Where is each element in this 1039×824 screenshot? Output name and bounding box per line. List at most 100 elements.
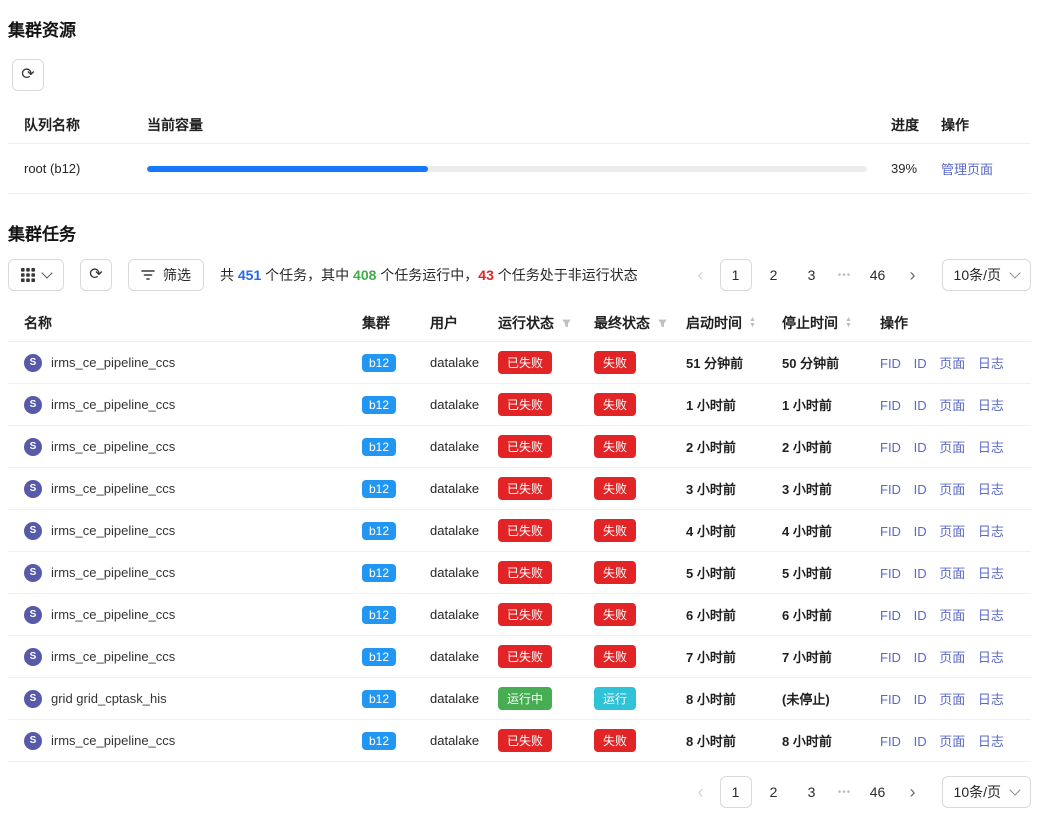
- page-link[interactable]: 页面: [939, 692, 965, 707]
- filter-button[interactable]: 筛选: [128, 259, 204, 291]
- sort-icon[interactable]: ▲▼: [749, 317, 756, 329]
- resources-refresh-button[interactable]: ⟳: [12, 59, 44, 91]
- pagination-prev-icon[interactable]: ‹: [688, 259, 714, 291]
- page-link[interactable]: 页面: [939, 356, 965, 371]
- fid-link[interactable]: FID: [880, 524, 901, 539]
- run-status-header: 运行状态: [498, 313, 554, 333]
- filter-icon[interactable]: [657, 318, 668, 329]
- log-link[interactable]: 日志: [978, 650, 1004, 665]
- pagination-next-icon[interactable]: ›: [900, 259, 926, 291]
- log-link[interactable]: 日志: [978, 398, 1004, 413]
- final-status-badge: 失败: [594, 393, 636, 416]
- filter-lines-icon: [141, 269, 155, 281]
- id-link[interactable]: ID: [914, 566, 927, 581]
- id-link[interactable]: ID: [914, 692, 927, 707]
- layout-select-button[interactable]: [8, 259, 64, 291]
- task-name: irms_ce_pipeline_ccs: [51, 355, 175, 370]
- fid-link[interactable]: FID: [880, 608, 901, 623]
- pagination-page-1[interactable]: 1: [720, 259, 752, 291]
- pagination-page-2[interactable]: 2: [758, 259, 790, 291]
- resources-table: 队列名称 当前容量 进度 操作 root (b12) 39% 管理页面: [8, 107, 1031, 194]
- id-link[interactable]: ID: [914, 440, 927, 455]
- page-link[interactable]: 页面: [939, 524, 965, 539]
- page-link[interactable]: 页面: [939, 608, 965, 623]
- tasks-refresh-button[interactable]: ⟳: [80, 259, 112, 291]
- log-link[interactable]: 日志: [978, 692, 1004, 707]
- id-link[interactable]: ID: [914, 650, 927, 665]
- page-link[interactable]: 页面: [939, 398, 965, 413]
- table-row: S irms_ce_pipeline_ccs b12 datalake 已失败 …: [8, 384, 1031, 426]
- pagination-page-2[interactable]: 2: [758, 776, 790, 808]
- log-link[interactable]: 日志: [978, 356, 1004, 371]
- start-time: 6 小时前: [670, 594, 766, 636]
- pagination-ellipsis[interactable]: •••: [834, 787, 856, 798]
- fid-link[interactable]: FID: [880, 440, 901, 455]
- page-link[interactable]: 页面: [939, 566, 965, 581]
- page-size-select[interactable]: 10条/页: [942, 259, 1031, 291]
- log-link[interactable]: 日志: [978, 608, 1004, 623]
- fid-link[interactable]: FID: [880, 482, 901, 497]
- id-link[interactable]: ID: [914, 524, 927, 539]
- pagination-prev-icon[interactable]: ‹: [688, 776, 714, 808]
- fid-link[interactable]: FID: [880, 650, 901, 665]
- log-link[interactable]: 日志: [978, 440, 1004, 455]
- user-name: datalake: [430, 649, 479, 664]
- run-status-badge: 已失败: [498, 645, 552, 668]
- cluster-resources-section: 集群资源 ⟳ 队列名称 当前容量 进度 操作 root (b12): [8, 16, 1031, 194]
- log-link[interactable]: 日志: [978, 524, 1004, 539]
- filter-icon[interactable]: [561, 318, 572, 329]
- run-status-badge: 已失败: [498, 603, 552, 626]
- manage-page-link[interactable]: 管理页面: [941, 162, 993, 177]
- id-link[interactable]: ID: [914, 398, 927, 413]
- tasks-action-header: 操作: [880, 313, 908, 333]
- fid-link[interactable]: FID: [880, 398, 901, 413]
- id-link[interactable]: ID: [914, 482, 927, 497]
- log-link[interactable]: 日志: [978, 482, 1004, 497]
- run-status-badge: 运行中: [498, 687, 552, 710]
- pagination-ellipsis[interactable]: •••: [834, 270, 856, 281]
- cluster-tasks-section: 集群任务 ⟳: [8, 220, 1031, 824]
- id-link[interactable]: ID: [914, 608, 927, 623]
- pagination-page-3[interactable]: 3: [796, 259, 828, 291]
- page-size-label: 10条/页: [954, 265, 1001, 285]
- page-link[interactable]: 页面: [939, 482, 965, 497]
- avatar: S: [24, 438, 42, 456]
- page-size-select[interactable]: 10条/页: [942, 776, 1031, 808]
- fid-link[interactable]: FID: [880, 356, 901, 371]
- pagination-next-icon[interactable]: ›: [900, 776, 926, 808]
- avatar: S: [24, 354, 42, 372]
- log-link[interactable]: 日志: [978, 734, 1004, 749]
- pagination-page-last[interactable]: 46: [862, 259, 894, 291]
- final-status-badge: 失败: [594, 603, 636, 626]
- resources-action-header: 操作: [939, 107, 1031, 144]
- fid-link[interactable]: FID: [880, 692, 901, 707]
- start-time: 8 小时前: [670, 678, 766, 720]
- stop-time: 3 小时前: [766, 468, 864, 510]
- run-status-badge: 已失败: [498, 561, 552, 584]
- task-name: irms_ce_pipeline_ccs: [51, 649, 175, 664]
- id-link[interactable]: ID: [914, 734, 927, 749]
- page-link[interactable]: 页面: [939, 734, 965, 749]
- cluster-badge: b12: [362, 438, 396, 456]
- pagination-page-3[interactable]: 3: [796, 776, 828, 808]
- capacity-progress-bar: [147, 166, 867, 172]
- user-name: datalake: [430, 355, 479, 370]
- fid-link[interactable]: FID: [880, 734, 901, 749]
- user-name: datalake: [430, 523, 479, 538]
- sort-icon[interactable]: ▲▼: [845, 317, 852, 329]
- pagination-page-last[interactable]: 46: [862, 776, 894, 808]
- final-status-header: 最终状态: [594, 313, 650, 333]
- id-link[interactable]: ID: [914, 356, 927, 371]
- fid-link[interactable]: FID: [880, 566, 901, 581]
- user-name: datalake: [430, 565, 479, 580]
- page-link[interactable]: 页面: [939, 440, 965, 455]
- pagination-page-1[interactable]: 1: [720, 776, 752, 808]
- resources-row: root (b12) 39% 管理页面: [8, 144, 1031, 194]
- stop-time: 4 小时前: [766, 510, 864, 552]
- page-link[interactable]: 页面: [939, 650, 965, 665]
- avatar: S: [24, 564, 42, 582]
- table-row: S irms_ce_pipeline_ccs b12 datalake 已失败 …: [8, 426, 1031, 468]
- cluster-badge: b12: [362, 564, 396, 582]
- table-row: S grid grid_cptask_his b12 datalake 运行中 …: [8, 678, 1031, 720]
- log-link[interactable]: 日志: [978, 566, 1004, 581]
